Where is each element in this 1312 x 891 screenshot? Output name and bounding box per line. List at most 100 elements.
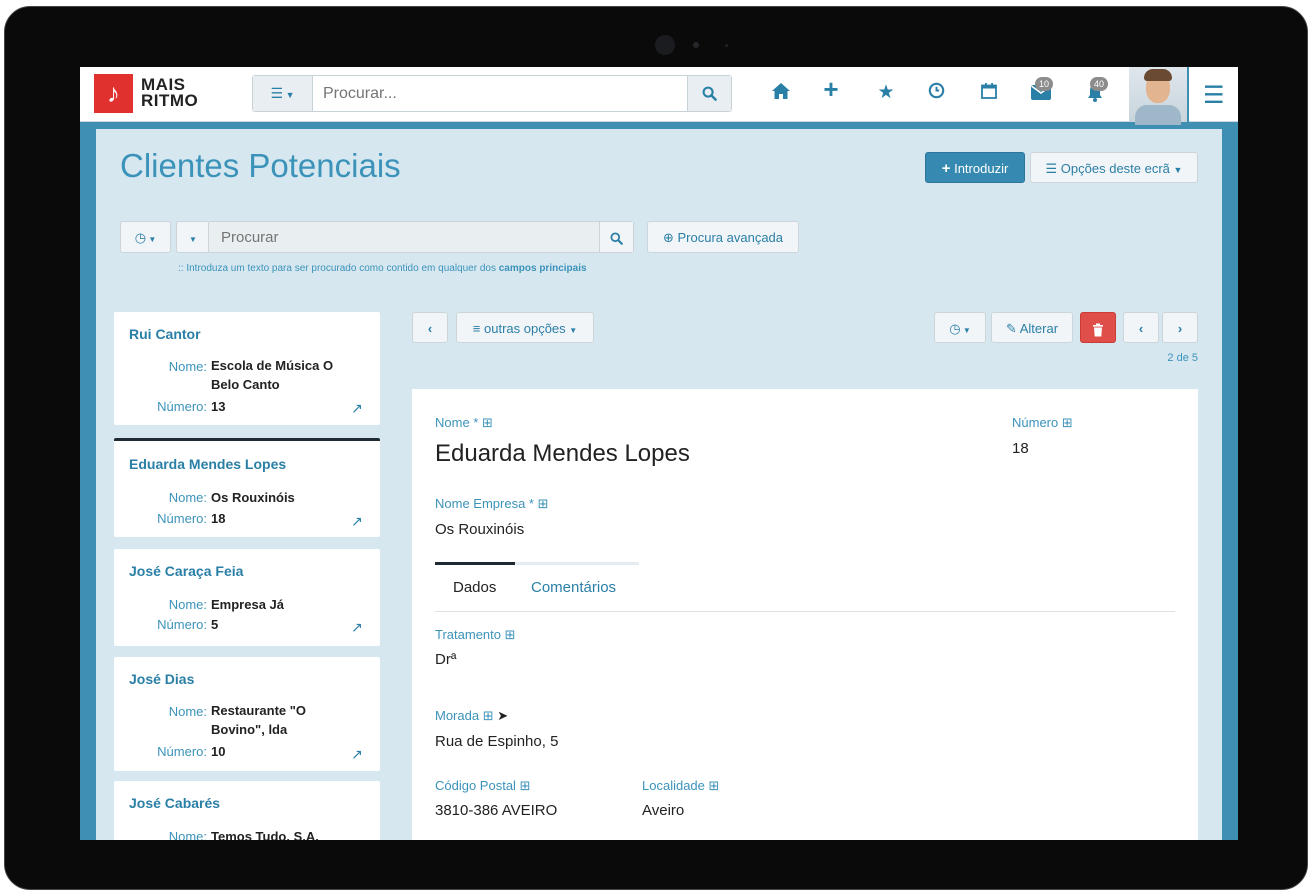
screen-options-button[interactable]: ☰ Opções deste ecrã ▼ <box>1030 152 1198 183</box>
name-label: Nome: <box>168 359 207 374</box>
calendar-icon[interactable] <box>976 82 1002 106</box>
number-label: Número: <box>157 617 207 632</box>
global-search: ☰ ▼ <box>252 75 732 112</box>
hint-text: :: Introduza um texto para ser procurado… <box>178 263 496 274</box>
open-external-icon[interactable]: ↗ <box>351 513 363 530</box>
company-field-value: Os Rouxinóis <box>435 521 525 538</box>
avatar-body <box>1135 105 1181 125</box>
global-search-input[interactable] <box>323 85 683 103</box>
name-value: Os Rouxinóis <box>211 490 295 505</box>
treatment-field-value: Drª <box>435 651 457 668</box>
record-history-dropdown[interactable]: ◷ ▼ <box>934 312 986 343</box>
delete-button[interactable] <box>1080 312 1116 343</box>
home-icon[interactable] <box>768 82 794 106</box>
filter-dropdown[interactable]: ▼ <box>176 221 210 253</box>
logo-line-2: RITMO <box>141 91 199 110</box>
chevron-left-icon: ‹ <box>1138 321 1144 336</box>
page-title: Clientes Potenciais <box>120 147 401 184</box>
edit-icon: ✎ <box>1005 321 1017 336</box>
add-icon[interactable]: + <box>818 76 844 102</box>
open-external-icon[interactable]: ↗ <box>351 400 363 417</box>
record-detail-panel: Nome * ⊞ Eduarda Mendes Lopes Número ⊞ 1… <box>412 389 1198 840</box>
add-button-label: Introduzir <box>954 161 1009 176</box>
other-options-dropdown[interactable]: ≡ outras opções ▼ <box>456 312 594 343</box>
notifications-count-badge: 40 <box>1090 77 1109 91</box>
list-search-button[interactable] <box>599 222 633 252</box>
locality-field-value: Aveiro <box>642 802 685 819</box>
list-search-input[interactable] <box>221 229 581 246</box>
expand-icon[interactable]: ⊞ <box>538 496 549 511</box>
search-scope-dropdown[interactable]: ☰ ▼ <box>253 76 313 111</box>
list-item[interactable]: Rui Cantor Nome: Escola de Música O Belo … <box>114 312 380 425</box>
name-label: Nome: <box>168 490 207 505</box>
card-title[interactable]: José Caraça Feia <box>129 563 243 579</box>
app-logo-text[interactable]: MAIS RITMO <box>141 76 199 110</box>
history-dropdown[interactable]: ◷ ▼ <box>120 221 171 253</box>
hamburger-menu-icon[interactable]: ☰ <box>1203 81 1225 110</box>
name-label: Nome: <box>168 704 207 719</box>
card-title[interactable]: José Dias <box>129 671 194 687</box>
list-icon: ≡ <box>472 321 481 336</box>
company-field-label: Nome Empresa * ⊞ <box>435 496 549 512</box>
number-label: Número: <box>157 399 207 414</box>
divider <box>1187 67 1189 122</box>
card-title[interactable]: José Cabarés <box>129 795 220 811</box>
search-button[interactable] <box>687 76 731 111</box>
number-label: Número: <box>157 511 207 526</box>
open-external-icon[interactable]: ↗ <box>351 746 363 763</box>
name-label: Nome: <box>168 597 207 612</box>
clock-icon: ◷ <box>134 230 147 245</box>
next-record-button[interactable]: › <box>1162 312 1198 343</box>
caret-down-icon: ▼ <box>146 235 157 244</box>
tabs-indicator-active <box>435 562 515 565</box>
postal-code-field-label: Código Postal ⊞ <box>435 778 530 794</box>
expand-icon[interactable]: ⊞ <box>709 778 720 793</box>
company-field-label-text: Nome Empresa * <box>435 496 534 511</box>
expand-icon[interactable]: ⊞ <box>1062 415 1073 430</box>
advanced-search-button[interactable]: ⊕ Procura avançada <box>647 221 799 253</box>
treatment-field-label: Tratamento ⊞ <box>435 627 516 643</box>
tabs-divider <box>435 611 1175 612</box>
list-item[interactable]: José Caraça Feia Nome: Empresa Já Número… <box>114 549 380 646</box>
list-item[interactable]: José Cabarés Nome: Temos Tudo, S.A. <box>114 781 380 840</box>
zoom-icon: ⊕ <box>662 230 674 245</box>
card-title[interactable]: Eduarda Mendes Lopes <box>129 456 286 472</box>
add-button[interactable]: + Introduzir <box>925 152 1025 183</box>
star-icon[interactable]: ★ <box>873 82 899 104</box>
name-field-value: Eduarda Mendes Lopes <box>435 440 690 467</box>
expand-icon[interactable]: ⊞ <box>520 778 531 793</box>
locality-field-label-text: Localidade <box>642 778 705 793</box>
avatar[interactable] <box>1129 67 1187 125</box>
list-icon: ☰ <box>1045 161 1058 176</box>
address-field-label-text: Morada <box>435 708 480 723</box>
top-navbar: ♪ MAIS RITMO ☰ ▼ + ★ 10 <box>80 67 1238 125</box>
location-arrow-icon[interactable]: ➤ <box>497 708 508 723</box>
expand-icon[interactable]: ⊞ <box>505 627 516 642</box>
music-note-logo-icon[interactable]: ♪ <box>94 74 133 113</box>
caret-down-icon: ▼ <box>960 326 971 335</box>
hint-bold-text: campos principais <box>498 263 587 274</box>
back-button[interactable]: ‹ <box>412 312 448 343</box>
card-title[interactable]: Rui Cantor <box>129 326 201 342</box>
number-field-value: 18 <box>1012 440 1029 457</box>
expand-icon[interactable]: ⊞ <box>483 708 494 723</box>
previous-record-button[interactable]: ‹ <box>1123 312 1159 343</box>
name-value: Restaurante "O Bovino", lda <box>211 701 361 739</box>
caret-down-icon: ▼ <box>283 90 295 100</box>
name-value-line-2: Belo Canto <box>211 377 280 392</box>
list-search <box>208 221 634 253</box>
name-value-line-2: Bovino", lda <box>211 722 288 737</box>
tab-dados[interactable]: Dados <box>453 579 496 596</box>
expand-icon[interactable]: ⊞ <box>482 415 493 430</box>
list-item-selected[interactable]: Eduarda Mendes Lopes Nome: Os Rouxinóis … <box>114 438 380 537</box>
clock-icon[interactable] <box>923 82 949 105</box>
tab-comentarios[interactable]: Comentários <box>531 579 616 596</box>
list-item[interactable]: José Dias Nome: Restaurante "O Bovino", l… <box>114 657 380 771</box>
edit-button[interactable]: ✎ Alterar <box>991 312 1073 343</box>
main-content: Clientes Potenciais + Introduzir ☰ Opçõe… <box>96 129 1222 840</box>
advanced-search-label: Procura avançada <box>677 230 784 245</box>
plus-icon: + <box>941 160 951 177</box>
chevron-left-icon: ‹ <box>427 321 433 336</box>
number-value: 5 <box>211 617 219 632</box>
open-external-icon[interactable]: ↗ <box>351 619 363 636</box>
